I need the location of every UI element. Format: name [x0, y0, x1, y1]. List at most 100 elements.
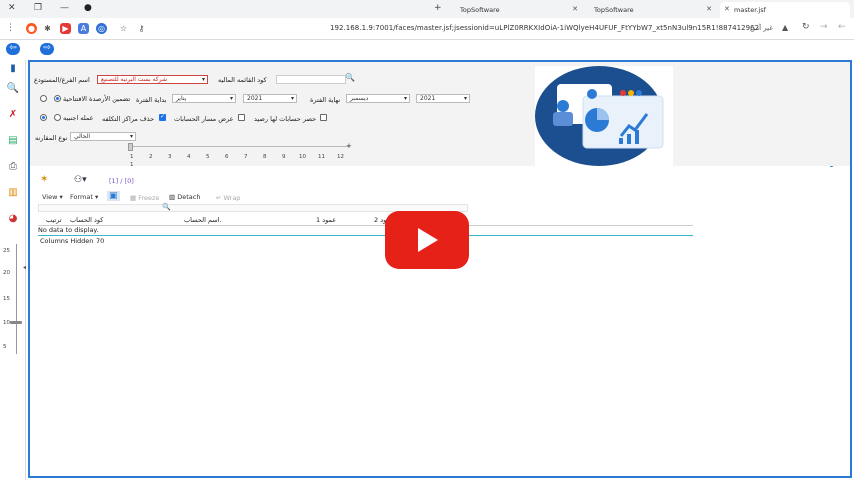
list-code-input[interactable]: [276, 75, 346, 84]
branch-select[interactable]: شركه بست البرنيه للتصنيع ▾: [97, 75, 208, 84]
company-logo: [535, 66, 673, 166]
column-header-col1[interactable]: عمود 1: [316, 216, 336, 224]
freeze-button[interactable]: ▦ Freeze: [130, 194, 159, 202]
slider-tick: 3: [168, 154, 172, 160]
period-end-year-select[interactable]: 2021 ▾: [416, 94, 470, 103]
grid-column-headers: ترتيب كود الحساب اسم الحساب. عمود 1 عمود…: [38, 212, 693, 226]
comparison-type-select[interactable]: الحالي ▾: [70, 132, 136, 141]
extension-blue-icon[interactable]: ◎: [96, 23, 107, 34]
back-icon[interactable]: ←: [838, 22, 846, 32]
record-icon[interactable]: ●: [84, 3, 92, 13]
delete-cost-centers-label: حذف مراكز التكلفه: [102, 115, 155, 123]
close-tab-icon[interactable]: ✕: [572, 5, 578, 13]
format-menu[interactable]: Format ▾: [70, 193, 98, 201]
slider-tick: 5: [206, 154, 210, 160]
filter-search-icon[interactable]: 🔍: [162, 203, 171, 211]
ruler-label: 25: [3, 248, 10, 254]
close-tab-icon[interactable]: ✕: [706, 5, 712, 13]
export-icon[interactable]: ▤: [6, 134, 20, 148]
period-end-month-select[interactable]: ديسمبر ▾: [346, 94, 410, 103]
settings-star-icon[interactable]: ✶: [40, 174, 48, 185]
tab-topsoftware-1[interactable]: TopSoftware ✕: [452, 2, 582, 18]
ruler-label: 5: [3, 344, 7, 350]
extension-orange-icon[interactable]: ●: [26, 23, 37, 34]
bar-chart-icon[interactable]: ▥: [6, 186, 20, 200]
chevron-down-icon: ▾: [463, 95, 467, 102]
new-tab-button[interactable]: +: [434, 3, 442, 13]
delete-cost-centers-checkbox[interactable]: [159, 113, 166, 121]
balance-accounts-checkbox[interactable]: [320, 114, 327, 121]
column-header-order[interactable]: ترتيب: [46, 216, 62, 224]
print-icon[interactable]: ⎙: [6, 160, 20, 174]
left-toolbar: ▮ 🔍 ✗ ▤ ⎙ ▥ ◕ 25 20 15 10 5 ◂: [0, 60, 26, 480]
youtube-ext-icon[interactable]: ▶: [60, 23, 71, 34]
period-start-month-select[interactable]: يناير ▾: [172, 94, 236, 103]
export-grid-icon[interactable]: ▣: [107, 191, 120, 201]
puzzle-icon[interactable]: ✱: [42, 23, 53, 34]
search-icon[interactable]: 🔍: [345, 73, 355, 82]
key-icon[interactable]: ⚷: [136, 23, 147, 34]
nav-forward-arrow-icon[interactable]: ⇨: [40, 43, 54, 55]
reload-icon[interactable]: ↻: [802, 22, 810, 32]
radio-foreign-currency[interactable]: [54, 114, 61, 121]
bookmark-star-icon[interactable]: ☆: [118, 23, 129, 34]
wrap-label: Wrap: [223, 194, 241, 202]
chevron-down-icon: ▾: [403, 95, 407, 102]
period-start-year-select[interactable]: 2021 ▾: [243, 94, 297, 103]
bookmark-flag-icon[interactable]: ▮: [6, 62, 20, 76]
collapse-arrow-icon[interactable]: ◂: [23, 264, 26, 271]
tab-master-jsf[interactable]: ✕ master.jsf: [720, 2, 850, 18]
minimize-window-icon[interactable]: —: [60, 3, 69, 13]
logo-graphic: [535, 66, 664, 166]
period-start-label: بداية الفترة: [136, 96, 167, 104]
period-slider-track[interactable]: [130, 146, 350, 147]
close-tab-icon[interactable]: ✕: [724, 5, 730, 13]
url-text[interactable]: 192.168.1.9:7001/faces/master.jsf;jsessi…: [330, 24, 759, 32]
restore-window-icon[interactable]: ❐: [34, 3, 42, 13]
slider-tick: 12: [337, 154, 344, 160]
slider-end-plus-icon[interactable]: +: [346, 142, 352, 150]
show-accounts-path-checkbox[interactable]: [238, 114, 245, 121]
delete-icon[interactable]: ✗: [6, 108, 20, 122]
slider-tick: 2: [149, 154, 153, 160]
close-window-icon[interactable]: ✕: [8, 3, 16, 13]
user-icon[interactable]: ⚇▾: [74, 175, 87, 185]
columns-hidden-label: Columns Hidden: [40, 237, 94, 245]
period-start-year-value: 2021: [247, 95, 263, 102]
radio-option-1[interactable]: [40, 95, 47, 102]
column-header-account-code[interactable]: كود الحساب: [70, 216, 103, 224]
play-icon: [418, 228, 438, 252]
detach-button[interactable]: ▧ Detach: [169, 193, 200, 201]
radio-opening-balances[interactable]: [54, 95, 61, 102]
wrap-button[interactable]: ↵ Wrap: [216, 194, 240, 202]
slider-tick: 4: [187, 154, 191, 160]
comparison-type-label: نوع المقارنه: [35, 134, 68, 142]
translate-icon[interactable]: A: [78, 23, 89, 34]
pie-chart-icon[interactable]: ◕: [6, 212, 20, 226]
video-play-button[interactable]: [385, 211, 469, 269]
tab-title: master.jsf: [734, 6, 766, 14]
forward-icon[interactable]: →: [820, 22, 828, 32]
chevron-down-icon: ▾: [201, 76, 205, 83]
ruler-label: 20: [3, 270, 10, 276]
zoom-handle[interactable]: [10, 321, 22, 324]
slider-tick: 9: [282, 154, 286, 160]
grid-body: No data to display.: [38, 226, 693, 236]
warning-icon[interactable]: ▲: [782, 23, 788, 32]
ruler-label: 10: [3, 320, 10, 326]
branch-value: شركه بست البرنيه للتصنيع: [101, 76, 168, 83]
tab-title: TopSoftware: [594, 6, 634, 14]
view-menu[interactable]: View ▾: [42, 193, 63, 201]
nav-back-arrow-icon[interactable]: ⇦: [6, 43, 20, 55]
security-label: غير آمن: [750, 24, 773, 32]
search-icon[interactable]: 🔍: [6, 82, 20, 96]
period-slider-handle[interactable]: [128, 143, 133, 151]
column-header-account-name[interactable]: اسم الحساب.: [184, 216, 222, 224]
chevron-down-icon: ▾: [290, 95, 294, 102]
radio-foreign-currency-on[interactable]: [40, 114, 47, 121]
browser-tab-bar: ✕ ❐ — ● + TopSoftware ✕ TopSoftware ✕ ✕ …: [0, 0, 854, 18]
tab-topsoftware-2[interactable]: TopSoftware ✕: [586, 2, 716, 18]
menu-dots-icon[interactable]: ⋮: [6, 23, 15, 33]
filter-form: اسم الفرع/المستودع شركه بست البرنيه للتص…: [30, 62, 850, 166]
slider-tick: 11: [318, 154, 325, 160]
